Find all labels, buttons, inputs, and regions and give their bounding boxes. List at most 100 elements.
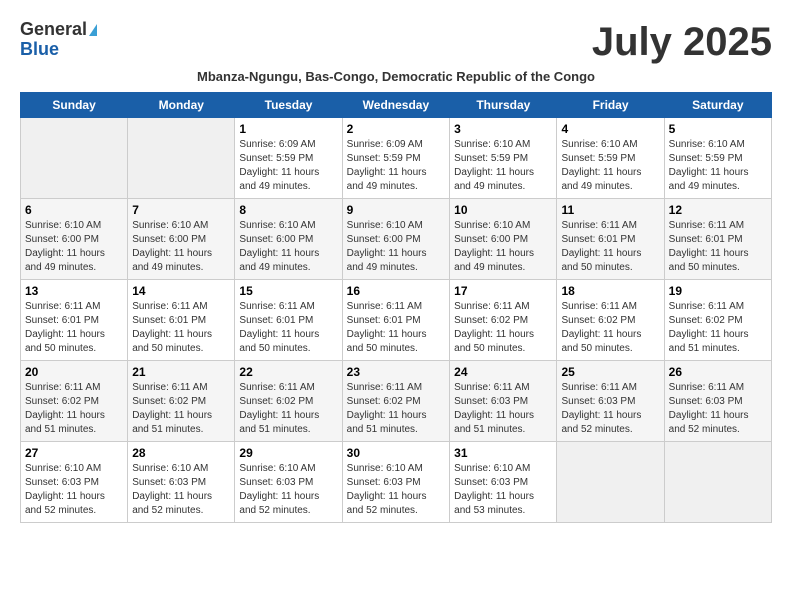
day-number: 30 [347, 446, 446, 460]
calendar-cell: 11 Sunrise: 6:11 AMSunset: 6:01 PMDayligh… [557, 199, 664, 280]
header-day-friday: Friday [557, 93, 664, 118]
calendar-cell: 23 Sunrise: 6:11 AMSunset: 6:02 PMDayligh… [342, 361, 450, 442]
day-number: 7 [132, 203, 230, 217]
logo-general: General [20, 20, 97, 40]
day-number: 13 [25, 284, 123, 298]
header-day-saturday: Saturday [664, 93, 771, 118]
day-info: Sunrise: 6:10 AMSunset: 5:59 PMDaylight:… [454, 138, 552, 194]
calendar-cell: 25 Sunrise: 6:11 AMSunset: 6:03 PMDayligh… [557, 361, 664, 442]
day-info: Sunrise: 6:10 AMSunset: 6:03 PMDaylight:… [347, 462, 446, 518]
calendar-cell: 8Sunrise: 6:10 AMSunset: 6:00 PMDaylight… [235, 199, 342, 280]
day-number: 26 [669, 365, 767, 379]
day-info: Sunrise: 6:11 AMSunset: 6:01 PMDaylight:… [561, 219, 659, 275]
calendar-cell [128, 118, 235, 199]
day-number: 27 [25, 446, 123, 460]
day-number: 11 [561, 203, 659, 217]
day-info: Sunrise: 6:11 AMSunset: 6:02 PMDaylight:… [25, 381, 123, 437]
day-info: Sunrise: 6:10 AMSunset: 6:03 PMDaylight:… [25, 462, 123, 518]
day-info: Sunrise: 6:09 AMSunset: 5:59 PMDaylight:… [239, 138, 337, 194]
logo: General Blue [20, 20, 97, 60]
day-number: 8 [239, 203, 337, 217]
day-number: 18 [561, 284, 659, 298]
day-number: 23 [347, 365, 446, 379]
calendar-cell [557, 442, 664, 523]
day-info: Sunrise: 6:11 AMSunset: 6:03 PMDaylight:… [561, 381, 659, 437]
day-info: Sunrise: 6:11 AMSunset: 6:02 PMDaylight:… [347, 381, 446, 437]
logo-icon [89, 24, 97, 36]
day-number: 6 [25, 203, 123, 217]
day-number: 20 [25, 365, 123, 379]
day-info: Sunrise: 6:11 AMSunset: 6:03 PMDaylight:… [454, 381, 552, 437]
calendar-cell: 24Sunrise: 6:11 AMSunset: 6:03 PMDayligh… [450, 361, 557, 442]
calendar-cell: 4 Sunrise: 6:10 AMSunset: 5:59 PMDaylight… [557, 118, 664, 199]
day-number: 16 [347, 284, 446, 298]
day-number: 12 [669, 203, 767, 217]
calendar-cell: 7 Sunrise: 6:10 AMSunset: 6:00 PMDaylight… [128, 199, 235, 280]
calendar-body: 1Sunrise: 6:09 AMSunset: 5:59 PMDaylight… [21, 118, 772, 523]
calendar-cell: 26 Sunrise: 6:11 AMSunset: 6:03 PMDayligh… [664, 361, 771, 442]
day-number: 10 [454, 203, 552, 217]
day-info: Sunrise: 6:11 AMSunset: 6:02 PMDaylight:… [239, 381, 337, 437]
header-day-tuesday: Tuesday [235, 93, 342, 118]
calendar-cell: 16 Sunrise: 6:11 AMSunset: 6:01 PMDayligh… [342, 280, 450, 361]
calendar-cell: 22Sunrise: 6:11 AMSunset: 6:02 PMDayligh… [235, 361, 342, 442]
day-info: Sunrise: 6:09 AMSunset: 5:59 PMDaylight:… [347, 138, 446, 194]
day-info: Sunrise: 6:10 AMSunset: 5:59 PMDaylight:… [561, 138, 659, 194]
header-day-thursday: Thursday [450, 93, 557, 118]
day-number: 17 [454, 284, 552, 298]
day-number: 4 [561, 122, 659, 136]
calendar-cell: 30 Sunrise: 6:10 AMSunset: 6:03 PMDayligh… [342, 442, 450, 523]
day-number: 19 [669, 284, 767, 298]
day-info: Sunrise: 6:10 AMSunset: 6:03 PMDaylight:… [239, 462, 337, 518]
calendar-cell: 17 Sunrise: 6:11 AMSunset: 6:02 PMDayligh… [450, 280, 557, 361]
calendar-cell [21, 118, 128, 199]
calendar-cell: 5 Sunrise: 6:10 AMSunset: 5:59 PMDaylight… [664, 118, 771, 199]
day-info: Sunrise: 6:10 AMSunset: 6:00 PMDaylight:… [132, 219, 230, 275]
day-number: 9 [347, 203, 446, 217]
calendar-cell: 18 Sunrise: 6:11 AMSunset: 6:02 PMDayligh… [557, 280, 664, 361]
calendar-cell: 2 Sunrise: 6:09 AMSunset: 5:59 PMDaylight… [342, 118, 450, 199]
header-day-sunday: Sunday [21, 93, 128, 118]
subtitle: Mbanza-Ngungu, Bas-Congo, Democratic Rep… [20, 69, 772, 84]
calendar-cell: 9 Sunrise: 6:10 AMSunset: 6:00 PMDaylight… [342, 199, 450, 280]
calendar-cell: 29 Sunrise: 6:10 AMSunset: 6:03 PMDayligh… [235, 442, 342, 523]
header-day-wednesday: Wednesday [342, 93, 450, 118]
day-number: 2 [347, 122, 446, 136]
month-title: July 2025 [592, 20, 772, 65]
calendar-header: SundayMondayTuesdayWednesdayThursdayFrid… [21, 93, 772, 118]
day-number: 29 [239, 446, 337, 460]
week-row-2: 13 Sunrise: 6:11 AMSunset: 6:01 PMDayligh… [21, 280, 772, 361]
calendar-cell: 12 Sunrise: 6:11 AMSunset: 6:01 PMDayligh… [664, 199, 771, 280]
calendar-cell: 27 Sunrise: 6:10 AMSunset: 6:03 PMDayligh… [21, 442, 128, 523]
calendar-cell: 19Sunrise: 6:11 AMSunset: 6:02 PMDayligh… [664, 280, 771, 361]
calendar-cell: 20 Sunrise: 6:11 AMSunset: 6:02 PMDayligh… [21, 361, 128, 442]
day-number: 15 [239, 284, 337, 298]
calendar-cell: 3Sunrise: 6:10 AMSunset: 5:59 PMDaylight… [450, 118, 557, 199]
calendar-cell [664, 442, 771, 523]
calendar-cell: 14Sunrise: 6:11 AMSunset: 6:01 PMDayligh… [128, 280, 235, 361]
day-info: Sunrise: 6:11 AMSunset: 6:02 PMDaylight:… [561, 300, 659, 356]
day-number: 31 [454, 446, 552, 460]
day-info: Sunrise: 6:10 AMSunset: 6:03 PMDaylight:… [454, 462, 552, 518]
header-day-monday: Monday [128, 93, 235, 118]
day-info: Sunrise: 6:10 AMSunset: 6:00 PMDaylight:… [347, 219, 446, 275]
day-info: Sunrise: 6:11 AMSunset: 6:01 PMDaylight:… [669, 219, 767, 275]
day-info: Sunrise: 6:11 AMSunset: 6:02 PMDaylight:… [454, 300, 552, 356]
calendar-cell: 21 Sunrise: 6:11 AMSunset: 6:02 PMDayligh… [128, 361, 235, 442]
logo-blue: Blue [20, 40, 97, 60]
calendar-table: SundayMondayTuesdayWednesdayThursdayFrid… [20, 92, 772, 523]
day-info: Sunrise: 6:11 AMSunset: 6:01 PMDaylight:… [347, 300, 446, 356]
calendar-cell: 31 Sunrise: 6:10 AMSunset: 6:03 PMDayligh… [450, 442, 557, 523]
page-header: General Blue July 2025 [20, 20, 772, 65]
day-info: Sunrise: 6:11 AMSunset: 6:02 PMDaylight:… [132, 381, 230, 437]
day-info: Sunrise: 6:11 AMSunset: 6:03 PMDaylight:… [669, 381, 767, 437]
day-info: Sunrise: 6:10 AMSunset: 5:59 PMDaylight:… [669, 138, 767, 194]
calendar-cell: 6Sunrise: 6:10 AMSunset: 6:00 PMDaylight… [21, 199, 128, 280]
day-number: 25 [561, 365, 659, 379]
week-row-1: 6 Sunrise: 6:10 AMSunset: 6:00 PMDaylight… [21, 199, 772, 280]
day-number: 5 [669, 122, 767, 136]
day-number: 21 [132, 365, 230, 379]
day-info: Sunrise: 6:10 AMSunset: 6:00 PMDaylight:… [454, 219, 552, 275]
calendar-cell: 15Sunrise: 6:11 AMSunset: 6:01 PMDayligh… [235, 280, 342, 361]
day-info: Sunrise: 6:11 AMSunset: 6:01 PMDaylight:… [25, 300, 123, 356]
